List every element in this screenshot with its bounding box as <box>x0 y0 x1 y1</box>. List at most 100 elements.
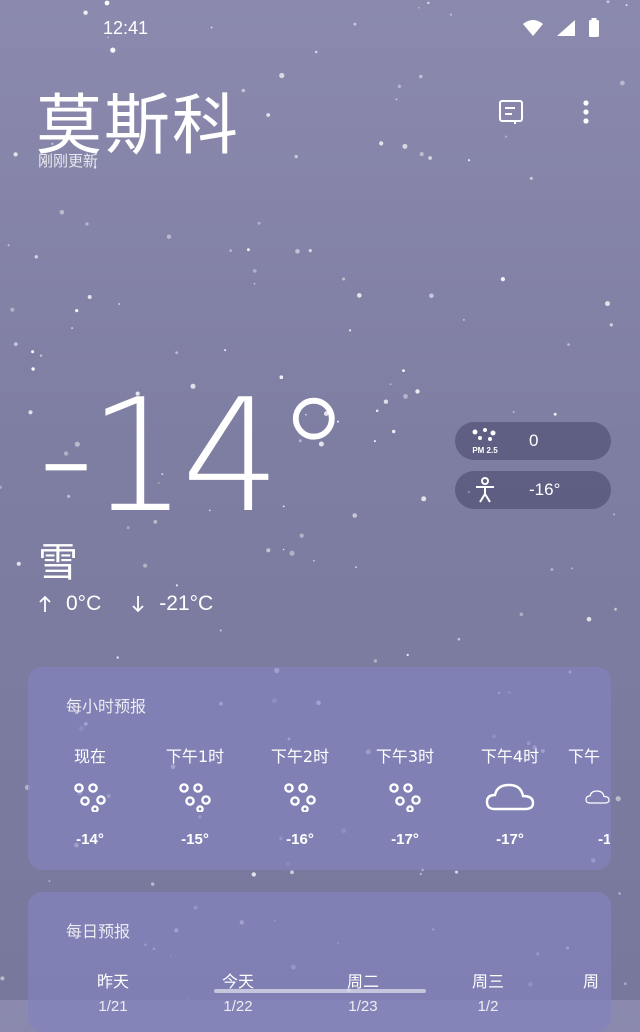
day-label: 昨天 <box>96 972 129 991</box>
snowflake <box>294 154 298 159</box>
snowflake <box>419 152 424 157</box>
snowflake <box>16 561 21 566</box>
snowflake <box>571 567 574 570</box>
snowflake <box>402 143 408 149</box>
snowflake <box>529 176 533 180</box>
snowflake <box>59 210 65 215</box>
snowflake <box>28 410 33 415</box>
snowflake <box>419 74 423 79</box>
hour-label: 下午 <box>568 747 601 766</box>
snowflake <box>504 135 508 138</box>
aqi-value: 0 <box>529 431 539 450</box>
day-date: 1/2 <box>477 998 499 1015</box>
snowflake <box>71 327 74 330</box>
high-temp: 0°C <box>38 592 101 616</box>
snowflake <box>402 369 405 372</box>
feels-like-value: -16° <box>529 480 561 499</box>
snowflake <box>224 349 227 352</box>
snowflake <box>624 982 627 985</box>
snowflake <box>342 277 346 281</box>
snowflake <box>421 496 427 502</box>
daily-forecast-card[interactable]: 每日预报 昨天 1/21 今天 1/22 周二 1/23 周三 1/2 周 <box>28 892 611 1032</box>
status-bar: 12:41 <box>0 0 640 56</box>
snowflake <box>618 892 621 895</box>
snowflake <box>31 350 35 354</box>
snowflake <box>352 513 358 518</box>
hour-temp: -17° <box>496 831 524 848</box>
low-temp-value: -21°C <box>159 592 214 615</box>
snowflake <box>13 152 18 157</box>
pm25-label: PM 2.5 <box>472 446 498 455</box>
day-label: 周三 <box>471 972 504 991</box>
hour-label: 下午2时 <box>270 747 330 766</box>
snowflake <box>48 880 51 883</box>
hour-label: 现在 <box>73 747 106 766</box>
snowflake <box>605 301 610 307</box>
snowflake <box>383 399 389 404</box>
snowflake <box>241 88 246 93</box>
air-quality-pill[interactable]: PM 2.5 0 <box>455 422 611 460</box>
snowflake <box>251 872 256 877</box>
day-item: 周 <box>583 968 611 992</box>
hour-item: 下午1时 -15° <box>145 743 245 848</box>
home-indicator[interactable] <box>214 989 426 993</box>
hour-item: 下午2时 -16° <box>250 743 350 848</box>
snowflake <box>428 156 432 160</box>
status-icons <box>522 18 600 38</box>
snowflake <box>34 255 38 259</box>
snowflake <box>266 548 271 553</box>
snowflake <box>39 354 43 357</box>
snowflake <box>282 548 285 551</box>
snowflake <box>500 277 505 282</box>
hour-label: 下午4时 <box>480 747 540 766</box>
snowflake <box>229 249 232 252</box>
high-temp-value: 0°C <box>66 592 102 615</box>
update-status: 刚刚更新 <box>38 152 99 170</box>
cloud-icon <box>460 777 560 817</box>
snowflake <box>419 872 422 876</box>
snowflake <box>166 234 172 239</box>
city-list-button[interactable] <box>495 96 527 128</box>
hour-item: 下午 -1 <box>550 743 610 848</box>
hour-item: 现在 -14° <box>40 743 140 848</box>
snowflake <box>620 80 625 86</box>
snowflake <box>290 870 294 875</box>
weather-condition: 雪 <box>38 540 78 586</box>
snowflake <box>85 222 89 226</box>
snowflake <box>467 159 471 162</box>
snowflake <box>613 513 615 516</box>
day-label: 周 <box>583 972 600 991</box>
snowflake <box>357 293 362 298</box>
snowflake <box>175 584 178 587</box>
snowflake <box>614 607 617 611</box>
feels-like-pill[interactable]: -16° <box>455 471 611 509</box>
hour-temp: -16° <box>286 831 314 848</box>
snowflake <box>406 653 409 657</box>
temperature-range: 0°C -21°C <box>38 592 213 616</box>
more-options-button[interactable] <box>570 96 602 128</box>
snow-icon <box>145 777 245 817</box>
snowflake <box>519 612 524 617</box>
snowflake <box>118 303 121 305</box>
snowflake <box>13 342 18 346</box>
snow-icon <box>250 777 350 817</box>
snowflake <box>0 976 5 981</box>
hour-temp: -14° <box>76 831 104 848</box>
snowflake <box>7 244 10 247</box>
day-date: 1/22 <box>223 998 253 1015</box>
snowflake <box>312 559 315 562</box>
snowflake <box>512 411 515 414</box>
snowflake <box>586 616 592 622</box>
hour-label: 下午1时 <box>165 747 225 766</box>
snowflake <box>415 389 420 394</box>
snow-icon <box>355 777 455 817</box>
snowflake <box>553 412 557 416</box>
hourly-forecast-card[interactable]: 每小时预报 现在 -14° 下午1时 -15° 下午2时 -16° 下午3时 -… <box>28 667 611 870</box>
snowflake <box>0 485 2 489</box>
snowflake <box>375 409 379 413</box>
snowflake <box>550 568 554 571</box>
wifi-icon <box>523 20 543 36</box>
snowflake <box>349 329 352 332</box>
snowflake <box>457 637 461 641</box>
snowflake <box>247 248 250 252</box>
